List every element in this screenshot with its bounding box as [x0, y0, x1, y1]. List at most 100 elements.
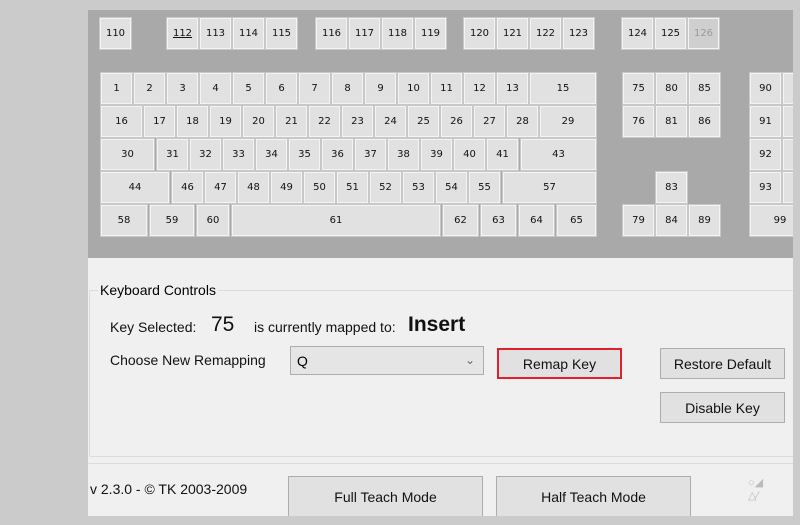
key-64[interactable]: 64	[518, 204, 555, 237]
key-27[interactable]: 27	[473, 105, 506, 138]
key-63[interactable]: 63	[480, 204, 517, 237]
key-50[interactable]: 50	[303, 171, 336, 204]
remapping-dropdown[interactable]: Q ⌄	[290, 346, 484, 375]
key-126[interactable]: 126	[687, 17, 720, 50]
key-121[interactable]: 121	[496, 17, 529, 50]
key-119[interactable]: 119	[414, 17, 447, 50]
key-49[interactable]: 49	[270, 171, 303, 204]
key-61[interactable]: 61	[231, 204, 441, 237]
key-114[interactable]: 114	[232, 17, 265, 50]
key-85[interactable]: 85	[688, 72, 721, 105]
key-24[interactable]: 24	[374, 105, 407, 138]
half-teach-mode-button[interactable]: Half Teach Mode	[496, 476, 691, 516]
key-21[interactable]: 21	[275, 105, 308, 138]
key-13[interactable]: 13	[496, 72, 529, 105]
restore-default-button[interactable]: Restore Default	[660, 348, 785, 379]
key-92[interactable]: 92	[749, 138, 782, 171]
key-62[interactable]: 62	[442, 204, 479, 237]
key-55[interactable]: 55	[468, 171, 501, 204]
key-partial[interactable]	[782, 138, 793, 171]
key-124[interactable]: 124	[621, 17, 654, 50]
full-teach-mode-button[interactable]: Full Teach Mode	[288, 476, 483, 516]
key-43[interactable]: 43	[520, 138, 597, 171]
key-48[interactable]: 48	[237, 171, 270, 204]
key-89[interactable]: 89	[688, 204, 721, 237]
key-93[interactable]: 93	[749, 171, 782, 204]
key-51[interactable]: 51	[336, 171, 369, 204]
key-125[interactable]: 125	[654, 17, 687, 50]
key-30[interactable]: 30	[100, 138, 155, 171]
key-26[interactable]: 26	[440, 105, 473, 138]
remap-key-button[interactable]: Remap Key	[497, 348, 622, 379]
key-53[interactable]: 53	[402, 171, 435, 204]
key-12[interactable]: 12	[463, 72, 496, 105]
key-47[interactable]: 47	[204, 171, 237, 204]
key-17[interactable]: 17	[143, 105, 176, 138]
key-79[interactable]: 79	[622, 204, 655, 237]
key-115[interactable]: 115	[265, 17, 298, 50]
key-31[interactable]: 31	[156, 138, 189, 171]
key-110[interactable]: 110	[99, 17, 132, 50]
key-11[interactable]: 11	[430, 72, 463, 105]
key-18[interactable]: 18	[176, 105, 209, 138]
key-40[interactable]: 40	[453, 138, 486, 171]
key-10[interactable]: 10	[397, 72, 430, 105]
key-20[interactable]: 20	[242, 105, 275, 138]
key-33[interactable]: 33	[222, 138, 255, 171]
key-35[interactable]: 35	[288, 138, 321, 171]
key-81[interactable]: 81	[655, 105, 688, 138]
key-112[interactable]: 112	[166, 17, 199, 50]
key-23[interactable]: 23	[341, 105, 374, 138]
key-5[interactable]: 5	[232, 72, 265, 105]
key-9[interactable]: 9	[364, 72, 397, 105]
key-54[interactable]: 54	[435, 171, 468, 204]
key-16[interactable]: 16	[100, 105, 143, 138]
key-52[interactable]: 52	[369, 171, 402, 204]
key-90[interactable]: 90	[749, 72, 782, 105]
key-117[interactable]: 117	[348, 17, 381, 50]
key-118[interactable]: 118	[381, 17, 414, 50]
disable-key-button[interactable]: Disable Key	[660, 392, 785, 423]
key-57[interactable]: 57	[502, 171, 597, 204]
key-44[interactable]: 44	[100, 171, 170, 204]
key-25[interactable]: 25	[407, 105, 440, 138]
key-29[interactable]: 29	[539, 105, 597, 138]
key-partial[interactable]	[782, 105, 793, 138]
key-76[interactable]: 76	[622, 105, 655, 138]
key-122[interactable]: 122	[529, 17, 562, 50]
key-partial[interactable]	[782, 72, 793, 105]
key-38[interactable]: 38	[387, 138, 420, 171]
key-6[interactable]: 6	[265, 72, 298, 105]
key-120[interactable]: 120	[463, 17, 496, 50]
key-91[interactable]: 91	[749, 105, 782, 138]
key-59[interactable]: 59	[149, 204, 195, 237]
key-22[interactable]: 22	[308, 105, 341, 138]
key-65[interactable]: 65	[556, 204, 597, 237]
key-86[interactable]: 86	[688, 105, 721, 138]
key-3[interactable]: 3	[166, 72, 199, 105]
key-58[interactable]: 58	[100, 204, 148, 237]
key-75[interactable]: 75	[622, 72, 655, 105]
key-19[interactable]: 19	[209, 105, 242, 138]
key-60[interactable]: 60	[196, 204, 230, 237]
key-36[interactable]: 36	[321, 138, 354, 171]
key-28[interactable]: 28	[506, 105, 539, 138]
key-15[interactable]: 15	[529, 72, 597, 105]
key-84[interactable]: 84	[655, 204, 688, 237]
key-partial[interactable]	[782, 171, 793, 204]
key-123[interactable]: 123	[562, 17, 595, 50]
key-113[interactable]: 113	[199, 17, 232, 50]
key-83[interactable]: 83	[655, 171, 688, 204]
key-8[interactable]: 8	[331, 72, 364, 105]
key-1[interactable]: 1	[100, 72, 133, 105]
key-116[interactable]: 116	[315, 17, 348, 50]
key-7[interactable]: 7	[298, 72, 331, 105]
key-4[interactable]: 4	[199, 72, 232, 105]
key-2[interactable]: 2	[133, 72, 166, 105]
key-34[interactable]: 34	[255, 138, 288, 171]
key-46[interactable]: 46	[171, 171, 204, 204]
key-37[interactable]: 37	[354, 138, 387, 171]
key-39[interactable]: 39	[420, 138, 453, 171]
key-80[interactable]: 80	[655, 72, 688, 105]
key-41[interactable]: 41	[486, 138, 519, 171]
